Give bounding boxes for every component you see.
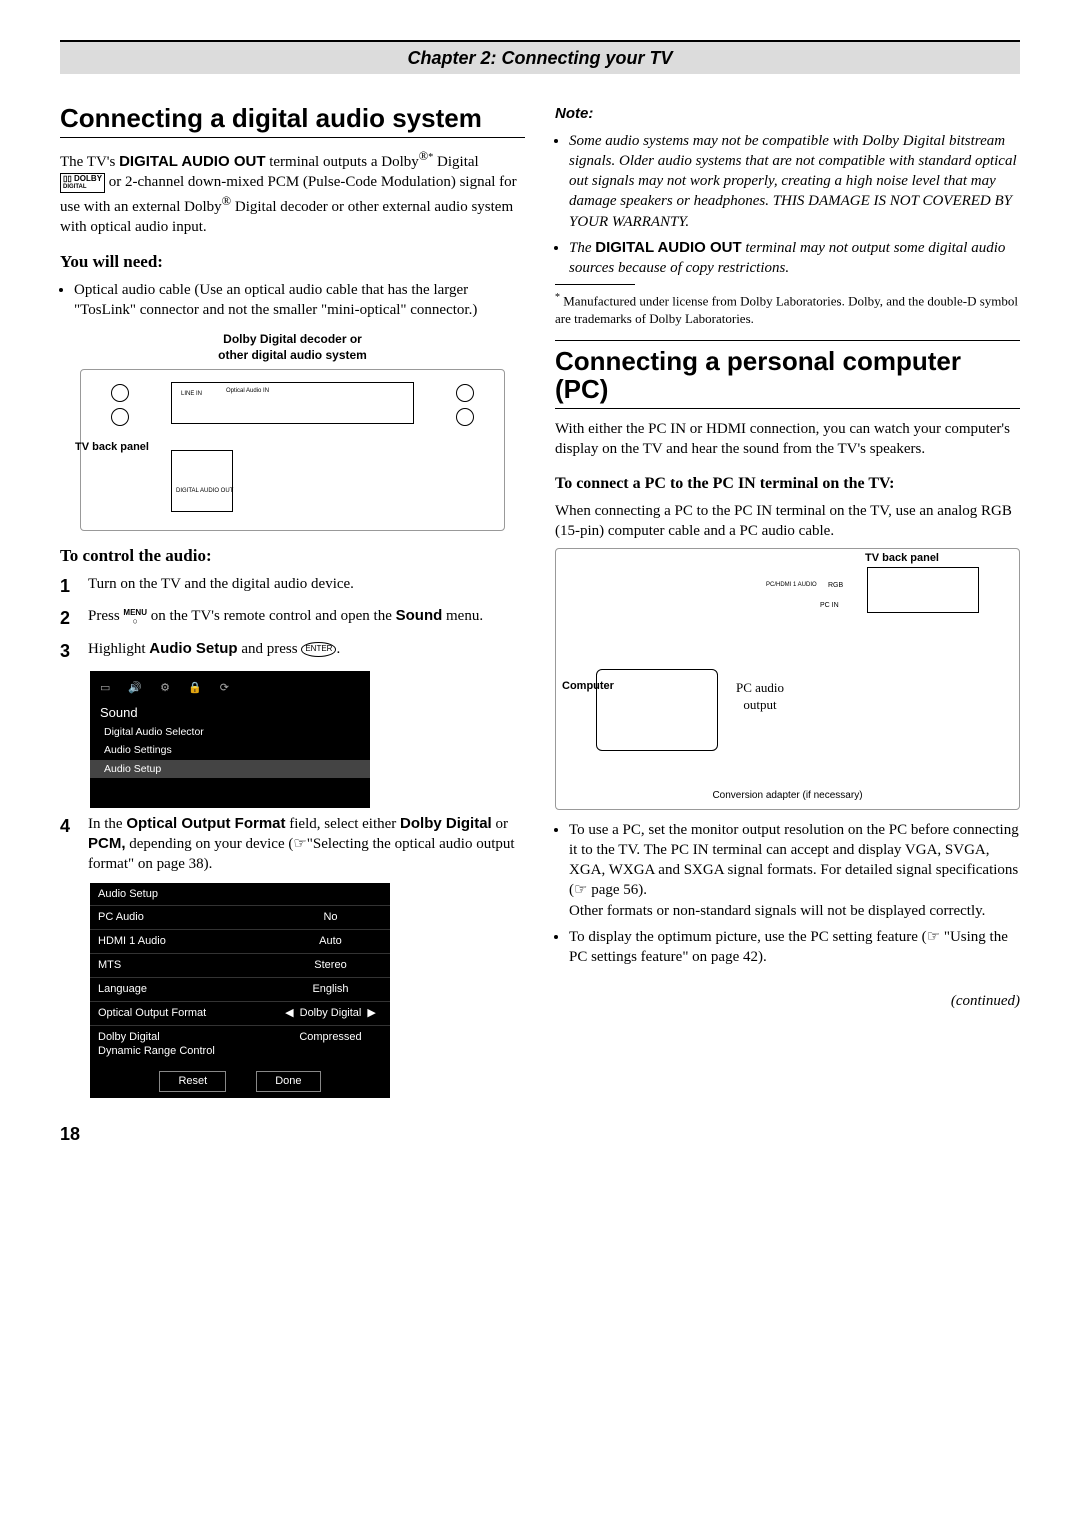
step-3: 3 Highlight Audio Setup and press ENTER. bbox=[60, 639, 525, 663]
audio-setup-title: Audio Setup bbox=[90, 883, 390, 906]
note-item-1: Some audio systems may not be compatible… bbox=[569, 131, 1020, 232]
need-item: Optical audio cable (Use an optical audi… bbox=[74, 280, 525, 321]
right-column: Note: Some audio systems may not be comp… bbox=[555, 104, 1020, 1146]
page-number: 18 bbox=[60, 1122, 525, 1146]
pc-intro: With either the PC IN or HDMI connection… bbox=[555, 419, 1020, 460]
chapter-header: Chapter 2: Connecting your TV bbox=[60, 40, 1020, 74]
preferences-icon: ⚙ bbox=[160, 681, 170, 696]
done-button: Done bbox=[256, 1071, 320, 1092]
menu-item-selected: Audio Setup bbox=[90, 760, 370, 778]
picture-icon: ▭ bbox=[100, 681, 110, 696]
step-1: 1 Turn on the TV and the digital audio d… bbox=[60, 574, 525, 598]
sound-menu-screenshot: ▭ 🔊 ⚙ 🔒 ⟳ Sound Digital Audio Selector A… bbox=[90, 671, 370, 808]
dolby-footnote: * Manufactured under license from Dolby … bbox=[555, 291, 1020, 327]
note-item-2: The DIGITAL AUDIO OUT terminal may not o… bbox=[569, 238, 1020, 279]
enter-button-icon: ENTER bbox=[301, 642, 336, 657]
continued-label: (continued) bbox=[555, 991, 1020, 1011]
section-heading-digital-audio: Connecting a digital audio system bbox=[60, 104, 525, 133]
menu-item: Digital Audio Selector bbox=[90, 723, 370, 741]
optical-output-format-row: Optical Output Format◀Dolby Digital▶ bbox=[90, 1001, 390, 1025]
to-control-audio-heading: To control the audio: bbox=[60, 545, 525, 568]
diagram-pc-connection: TV back panel Computer PC audio output P… bbox=[555, 548, 1020, 810]
pc-bullet-2: To display the optimum picture, use the … bbox=[569, 927, 1020, 968]
step-4: 4 In the Optical Output Format field, se… bbox=[60, 814, 525, 875]
menu-item: Audio Settings bbox=[90, 741, 370, 759]
step-2: 2 Press MENU○ on the TV's remote control… bbox=[60, 606, 525, 630]
pc-connect-text: When connecting a PC to the PC IN termin… bbox=[555, 501, 1020, 542]
intro-paragraph: The TV's DIGITAL AUDIO OUT terminal outp… bbox=[60, 148, 525, 237]
note-heading: Note: bbox=[555, 104, 1020, 124]
left-column: Connecting a digital audio system The TV… bbox=[60, 104, 525, 1146]
diagram-dolby-decoder: TV back panel LINE IN Optical Audio IN D… bbox=[80, 369, 505, 531]
section-heading-pc: Connecting a personal computer (PC) bbox=[555, 347, 1020, 404]
setup-icon: ⟳ bbox=[220, 681, 229, 696]
pc-bullet-1: To use a PC, set the monitor output reso… bbox=[569, 820, 1020, 921]
dolby-logo-icon: ▯▯ DOLBYDIGITAL bbox=[60, 173, 105, 193]
pc-connect-subheading: To connect a PC to the PC IN terminal on… bbox=[555, 473, 1020, 495]
lock-icon: 🔒 bbox=[188, 681, 202, 696]
reset-button: Reset bbox=[159, 1071, 226, 1092]
menu-title: Sound bbox=[90, 702, 370, 724]
sound-icon: 🔊 bbox=[128, 681, 142, 696]
audio-setup-screenshot: Audio Setup PC AudioNo HDMI 1 AudioAuto … bbox=[90, 883, 390, 1099]
diagram1-caption: Dolby Digital decoder or other digital a… bbox=[60, 331, 525, 363]
you-will-need-heading: You will need: bbox=[60, 251, 525, 274]
menu-button-icon: MENU○ bbox=[123, 608, 147, 626]
